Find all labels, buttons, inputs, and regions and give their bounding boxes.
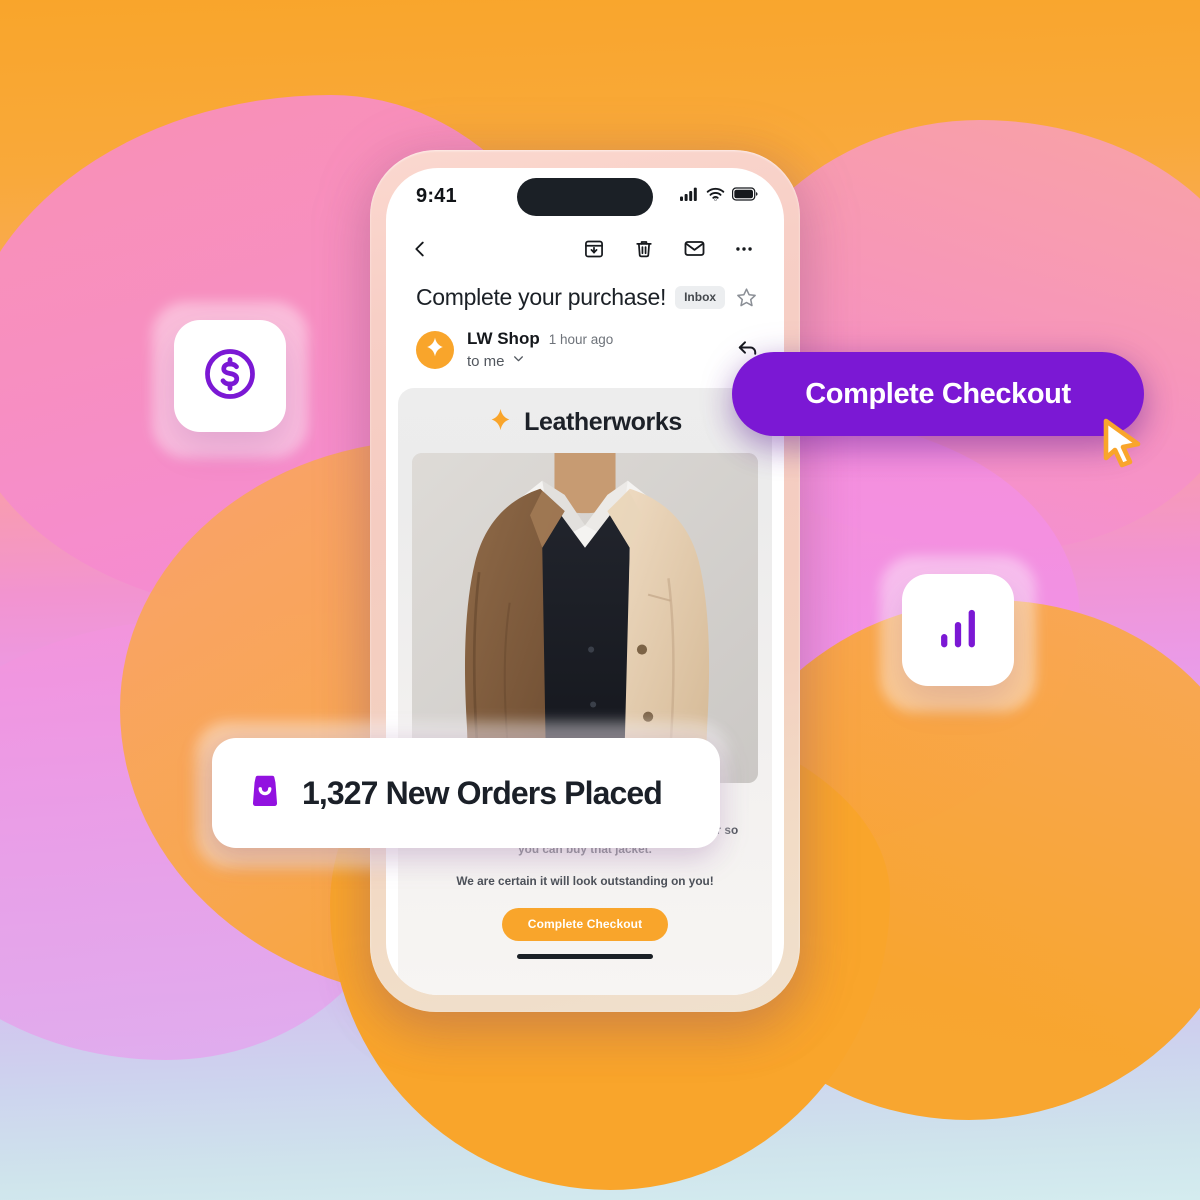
dollar-card-surface <box>174 320 286 432</box>
sender-meta: LW Shop 1 hour ago to me <box>467 329 613 370</box>
status-bar-indicators <box>680 186 758 206</box>
email-subject-row: Complete your purchase! Inbox <box>386 276 784 315</box>
archive-icon <box>583 238 605 263</box>
bar-chart-icon <box>929 599 987 662</box>
chevron-left-icon <box>409 238 431 263</box>
email-sender-row: LW Shop 1 hour ago to me <box>386 315 784 382</box>
email-paragraph-2: We are certain it will look outstanding … <box>456 873 714 888</box>
complete-checkout-pill[interactable]: Complete Checkout <box>732 352 1144 436</box>
more-options-icon <box>733 238 755 263</box>
mark-unread-button[interactable] <box>674 230 714 270</box>
wifi-icon <box>706 187 725 206</box>
dollar-icon-card <box>152 302 308 458</box>
inbox-label-chip[interactable]: Inbox <box>675 286 726 309</box>
email-body-card: Leatherworks so you can buy that jacket.… <box>398 388 772 995</box>
chevron-down-icon[interactable] <box>512 352 525 370</box>
signal-bars-icon <box>680 187 699 206</box>
phone-mockup: 9:41 Complete your purchase! Inbox LW Sh… <box>370 150 800 1012</box>
dollar-circle-icon <box>200 344 260 409</box>
back-button[interactable] <box>400 230 440 270</box>
star-outline-icon[interactable] <box>735 286 758 309</box>
dynamic-island <box>517 178 653 216</box>
email-complete-checkout-button[interactable]: Complete Checkout <box>501 908 669 942</box>
phone-screen: 9:41 Complete your purchase! Inbox LW Sh… <box>386 168 784 995</box>
email-brand-name: Leatherworks <box>524 407 682 436</box>
new-orders-label: 1,327 New Orders Placed <box>302 774 663 811</box>
status-bar-time: 9:41 <box>416 184 457 207</box>
sender-recipient-line[interactable]: to me <box>467 352 613 370</box>
new-orders-card: 1,327 New Orders Placed <box>212 738 720 848</box>
envelope-icon <box>683 237 706 263</box>
mail-toolbar <box>386 224 784 276</box>
avatar <box>416 330 454 369</box>
status-bar: 9:41 <box>386 168 784 224</box>
battery-icon <box>731 186 758 206</box>
sparkle-icon <box>488 407 513 437</box>
email-recipient: to me <box>467 352 505 370</box>
sparkle-icon <box>424 336 446 363</box>
email-subject: Complete your purchase! <box>416 284 667 310</box>
email-cta-wrapper: Complete Checkout <box>398 890 772 942</box>
sender-primary-line: LW Shop 1 hour ago <box>467 329 613 349</box>
home-indicator <box>517 954 653 960</box>
chart-card-surface <box>902 574 1014 686</box>
shopping-bag-icon <box>246 772 284 815</box>
sender-name: LW Shop <box>467 329 540 348</box>
mouse-pointer-icon <box>1100 418 1144 473</box>
more-options-button[interactable] <box>724 230 764 270</box>
email-brand-header: Leatherworks <box>398 388 772 453</box>
complete-checkout-pill-label: Complete Checkout <box>805 377 1071 410</box>
archive-button[interactable] <box>574 230 614 270</box>
trash-icon <box>633 238 655 263</box>
chart-icon-card <box>880 556 1036 712</box>
email-timestamp: 1 hour ago <box>548 332 614 347</box>
delete-button[interactable] <box>624 230 664 270</box>
